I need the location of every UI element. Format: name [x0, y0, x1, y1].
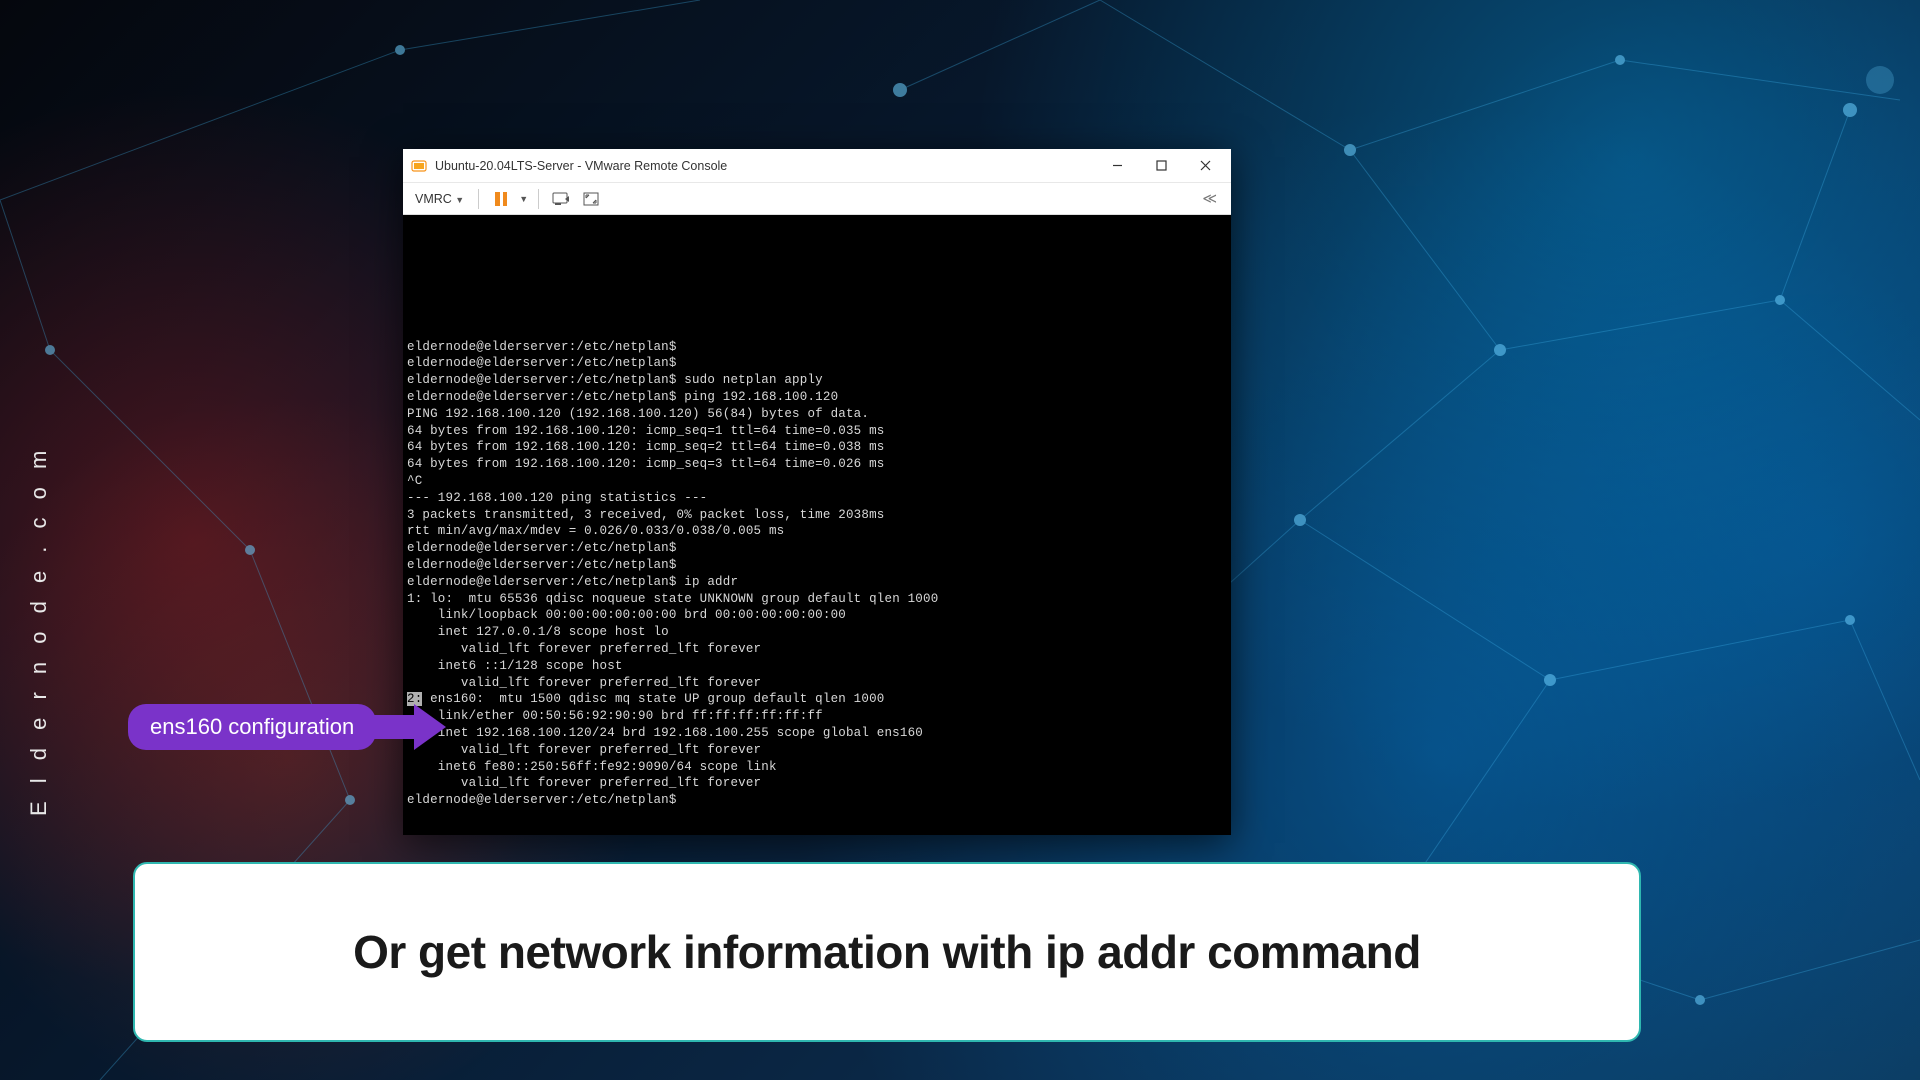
caption-text: Or get network information with ip addr … — [353, 925, 1421, 979]
vmware-remote-console-window: Ubuntu-20.04LTS-Server - VMware Remote C… — [403, 149, 1231, 835]
vmrc-menu[interactable]: VMRC ▼ — [411, 190, 468, 208]
maximize-button[interactable] — [1139, 151, 1183, 181]
close-button[interactable] — [1183, 151, 1227, 181]
caption-panel: Or get network information with ip addr … — [133, 862, 1641, 1042]
toolbar: VMRC ▼ ▼ ≪ — [403, 183, 1231, 215]
minimize-button[interactable] — [1095, 151, 1139, 181]
callout-label: ens160 configuration — [150, 714, 354, 740]
ens160-callout: ens160 configuration — [128, 704, 446, 750]
arrow-right-icon — [374, 704, 446, 750]
separator — [478, 189, 479, 209]
fullscreen-button[interactable] — [579, 187, 603, 211]
window-title: Ubuntu-20.04LTS-Server - VMware Remote C… — [435, 159, 1095, 173]
chevron-down-icon: ▼ — [455, 195, 464, 205]
separator — [538, 189, 539, 209]
chevron-down-icon[interactable]: ▼ — [519, 194, 528, 204]
pause-icon — [495, 192, 507, 206]
terminal-output[interactable]: eldernode@elderserver:/etc/netplan$ elde… — [403, 215, 1231, 835]
titlebar[interactable]: Ubuntu-20.04LTS-Server - VMware Remote C… — [403, 149, 1231, 183]
vmware-icon — [411, 158, 427, 174]
send-ctrl-alt-del-button[interactable] — [549, 187, 573, 211]
pin-button[interactable]: ≪ — [1196, 188, 1223, 209]
pause-button[interactable] — [489, 187, 513, 211]
